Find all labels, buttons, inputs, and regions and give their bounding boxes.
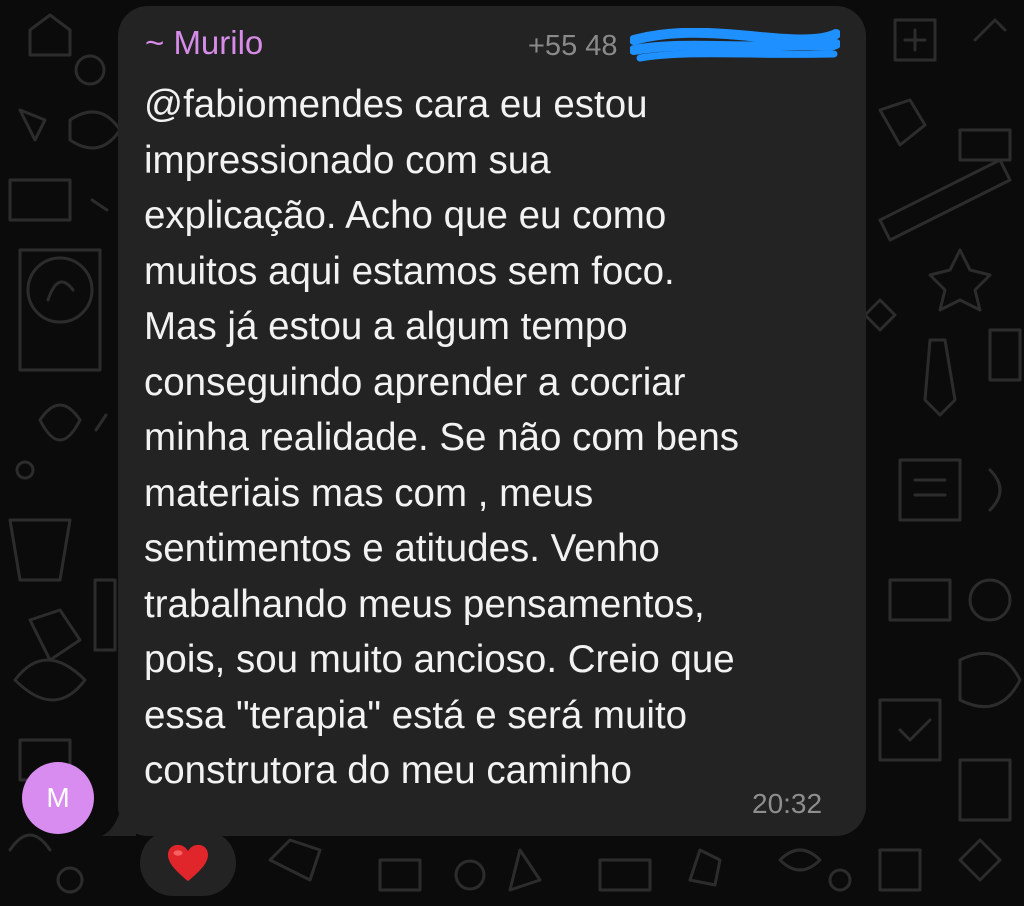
sender-name[interactable]: ~ Murilo: [145, 24, 263, 62]
message-bubble[interactable]: ~ Murilo +55 48 @fabiomendes cara eu est…: [118, 6, 866, 836]
chat-screen: ~ Murilo +55 48 @fabiomendes cara eu est…: [0, 0, 1024, 906]
avatar-initial: M: [46, 782, 70, 813]
heart-icon: [168, 844, 208, 882]
sender-phone: +55 48: [528, 30, 618, 62]
redaction-scribble: [630, 28, 840, 62]
message-timestamp: 20:32: [752, 788, 823, 819]
reaction-chip[interactable]: [140, 830, 236, 896]
message-text: @fabiomendes cara eu estou impressionado…: [144, 83, 739, 792]
avatar[interactable]: M: [22, 762, 94, 834]
